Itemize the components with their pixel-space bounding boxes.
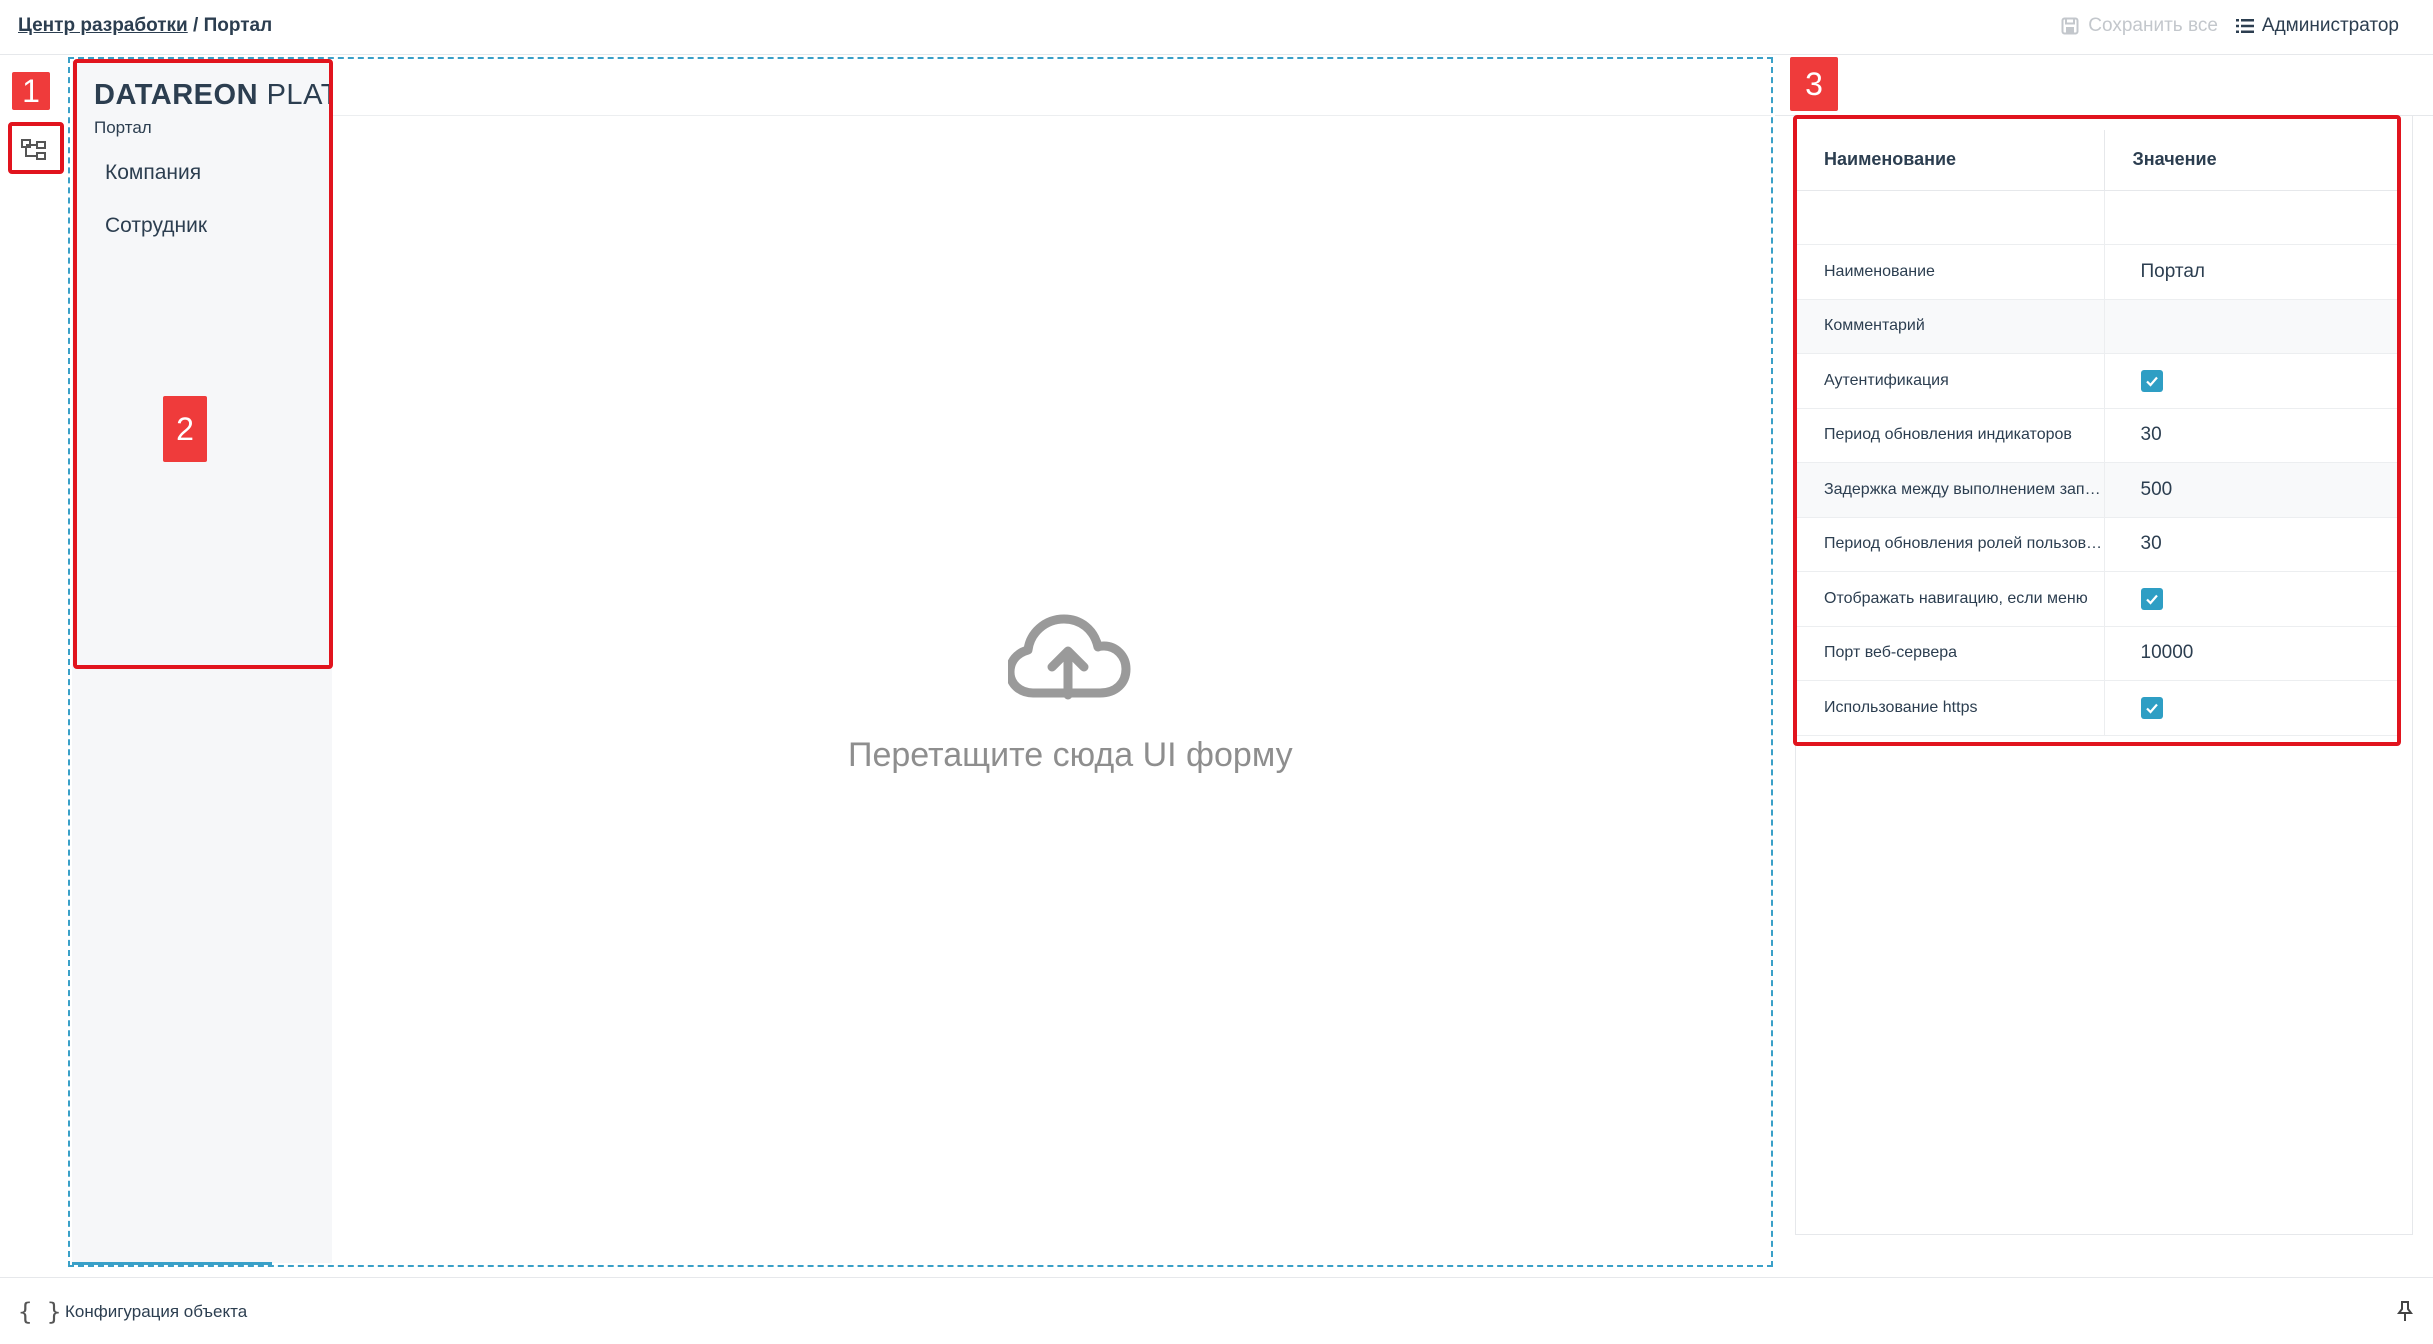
braces-icon[interactable]: { } — [18, 1298, 61, 1326]
cloud-upload-icon — [1008, 614, 1131, 700]
breadcrumb-separator: / — [187, 15, 204, 36]
annotation-tag-2: 2 — [163, 396, 207, 462]
breadcrumb: Центр разработки / Портал — [18, 15, 272, 37]
annotation-tag-3: 3 — [1790, 57, 1838, 111]
save-all-button[interactable]: Сохранить все — [2061, 15, 2218, 37]
user-menu-button[interactable]: Администратор — [2235, 15, 2399, 37]
list-icon — [2235, 19, 2254, 33]
annotation-box-3 — [1793, 115, 2401, 746]
breadcrumb-link-dev-center[interactable]: Центр разработки — [18, 15, 188, 36]
object-configuration-label[interactable]: Конфигурация объекта — [65, 1302, 247, 1322]
nav-panel-accent-line — [72, 1262, 272, 1265]
annotation-box-2 — [73, 59, 333, 669]
annotation-box-1 — [8, 122, 64, 174]
pin-icon[interactable] — [2397, 1300, 2413, 1322]
save-all-label: Сохранить все — [2088, 15, 2218, 36]
top-header: Центр разработки / Портал Сохранить все … — [0, 0, 2433, 55]
header-actions: Сохранить все Администратор — [2061, 15, 2399, 37]
annotation-tag-1: 1 — [12, 72, 50, 110]
user-name: Администратор — [2261, 15, 2399, 36]
footer-bar: { } Конфигурация объекта — [0, 1277, 2433, 1344]
save-icon — [2061, 17, 2079, 35]
breadcrumb-current: Портал — [203, 15, 273, 36]
